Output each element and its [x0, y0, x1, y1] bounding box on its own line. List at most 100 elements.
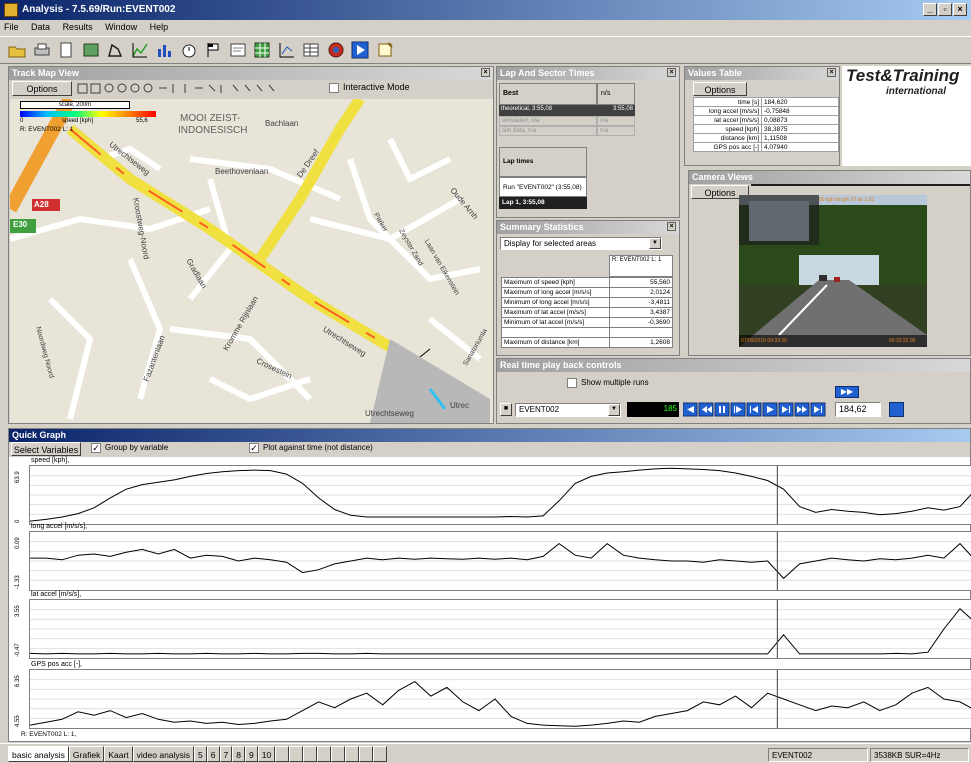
bottom-tab[interactable] [345, 746, 360, 762]
summary-col-header: R: EVENT002 L: 1 [609, 255, 673, 277]
bottom-tab[interactable] [331, 746, 346, 762]
summary-row-value: 3,4387 [609, 307, 673, 318]
track-map-options-button[interactable]: Options [12, 81, 72, 96]
bottom-tab[interactable] [289, 746, 304, 762]
speed-color-legend [20, 111, 156, 117]
group-by-variable-checkbox[interactable]: ✓ [91, 443, 101, 453]
values-table-close-icon[interactable]: × [827, 68, 836, 77]
summary-spacer-cell [501, 327, 610, 338]
lap-1-row[interactable]: Lap 1, 3:55,08 [499, 197, 587, 209]
event-chevron-down-icon[interactable]: ▼ [608, 404, 620, 416]
data-icon[interactable] [82, 41, 100, 59]
lap-ns-header: n/s [597, 83, 635, 105]
graph-plot-area[interactable] [29, 599, 971, 659]
graph-plot-area[interactable] [29, 465, 971, 525]
lap-row-theoretical[interactable]: theoretical, 3:55,08 [499, 105, 597, 116]
event-select-value: EVENT002 [519, 405, 560, 414]
graph-icon[interactable] [131, 41, 149, 59]
summary-spacer-cell [609, 327, 673, 338]
chevron-down-icon[interactable]: ▼ [649, 238, 661, 249]
menu-data[interactable]: Data [31, 22, 50, 32]
values-row-name: long accel [m/s/s] [693, 106, 762, 116]
graph-ymax-label: 6.35 [15, 675, 21, 687]
print-icon[interactable] [33, 41, 51, 59]
plot-against-time-checkbox[interactable]: ✓ [249, 443, 259, 453]
menu-results[interactable]: Results [63, 22, 93, 32]
flag-icon[interactable] [204, 41, 222, 59]
xy-graph-icon[interactable] [278, 41, 296, 59]
show-multiple-runs-toggle[interactable]: Show multiple runs [567, 378, 649, 388]
bottom-tab[interactable]: video analysis [132, 746, 195, 762]
values-table-title-text: Values Table [688, 68, 742, 78]
summary-row-value: 2,0124 [609, 287, 673, 298]
menu-help[interactable]: Help [150, 22, 169, 32]
close-button[interactable]: × [953, 3, 967, 16]
values-row-value: 0,08873 [761, 115, 839, 125]
playback-time-input[interactable]: 184,62 [835, 402, 881, 417]
transport-buttons-icon[interactable] [682, 402, 831, 417]
bottom-tab[interactable]: Grafiek [68, 746, 105, 762]
lap-sector-title-text: Lap And Sector Times [500, 68, 595, 78]
summary-display-dropdown[interactable]: Display for selected areas ▼ [500, 237, 662, 250]
track-map-canvas[interactable]: scale, 200m 0 speed [kph] 55,6 R: EVENT0… [10, 99, 493, 423]
quick-graph-title: Quick Graph [9, 429, 970, 442]
menu-bar: File Data Results Window Help [0, 20, 971, 36]
grid-icon[interactable] [253, 41, 271, 59]
lap-row-sim-data[interactable]: sim data, n/a [499, 126, 597, 136]
stopwatch-icon[interactable] [180, 41, 198, 59]
graph-ymax-label: 63.9 [15, 471, 21, 483]
bottom-tab[interactable]: 10 [257, 746, 276, 762]
bottom-tab[interactable]: Kaart [104, 746, 133, 762]
bottom-tab[interactable]: 8 [232, 746, 245, 762]
menu-window[interactable]: Window [105, 22, 137, 32]
summary-close-icon[interactable]: × [667, 222, 676, 231]
map-label-bachlaan: Bachlaan [265, 119, 299, 128]
interactive-mode-toggle[interactable]: Interactive Mode [329, 82, 410, 93]
bottom-tab[interactable] [317, 746, 332, 762]
group-by-variable-toggle[interactable]: ✓ Group by variable [91, 443, 168, 453]
lap-sector-close-icon[interactable]: × [667, 68, 676, 77]
zoom-tools-icon[interactable] [77, 83, 327, 95]
select-variables-button[interactable]: Select Variables [11, 442, 81, 456]
interactive-mode-checkbox[interactable] [329, 82, 339, 93]
lap-row-simulated[interactable]: simulated, n/a [499, 116, 597, 126]
notes-icon[interactable] [376, 41, 394, 59]
bottom-tab[interactable] [359, 746, 374, 762]
record-play-icon[interactable]: ▶▶ [835, 386, 859, 398]
track-map-close-icon[interactable]: × [481, 68, 490, 77]
globe-icon[interactable] [327, 41, 345, 59]
graph-plot-area[interactable] [29, 531, 971, 591]
bottom-tab-bar: basic analysis Grafiek Kaart video analysis… [0, 743, 971, 763]
lap-run-row[interactable]: Run "EVENT002" (3:55,08) [499, 177, 587, 197]
bottom-tab[interactable]: basic analysis [8, 746, 69, 762]
camera-video-frame[interactable]: 80 kph long% 57 lat 1.03 07/09/2010 09:3… [739, 195, 927, 347]
menu-file[interactable]: File [4, 22, 19, 32]
event-select[interactable]: EVENT002 ▼ [515, 403, 621, 417]
map-label-beethovenlaan: Beethovenlaan [215, 167, 269, 176]
bottom-tab[interactable]: 6 [206, 746, 220, 762]
document-icon[interactable] [57, 41, 75, 59]
group-by-variable-label: Group by variable [105, 443, 169, 453]
playback-sync-icon[interactable] [889, 402, 904, 417]
color-toggle-button[interactable]: ■ [500, 403, 512, 416]
maximize-button[interactable]: ▫ [938, 3, 952, 16]
plot-against-time-toggle[interactable]: ✓ Plot against time (not distance) [249, 443, 373, 453]
open-folder-icon[interactable] [8, 41, 26, 59]
values-table-options-button[interactable]: Options [693, 82, 747, 96]
graph-plot-area[interactable] [29, 669, 971, 729]
bar-chart-icon[interactable] [155, 41, 173, 59]
bottom-tab[interactable]: 5 [194, 746, 207, 762]
track-icon[interactable] [106, 41, 124, 59]
bottom-tab[interactable] [275, 746, 290, 762]
minimize-button[interactable]: _ [923, 3, 937, 16]
map-run-label: R: EVENT002 L: 1 [20, 126, 74, 133]
bottom-tab[interactable]: 7 [219, 746, 233, 762]
bottom-tab[interactable] [373, 746, 388, 762]
table-icon[interactable] [302, 41, 320, 59]
edit-icon[interactable] [229, 41, 247, 59]
play-icon[interactable] [351, 41, 369, 59]
show-multiple-runs-checkbox[interactable] [567, 378, 577, 388]
bottom-tab[interactable] [303, 746, 318, 762]
bottom-tab[interactable]: 9 [244, 746, 258, 762]
values-table-row: time [s] 184,620 [693, 97, 839, 107]
